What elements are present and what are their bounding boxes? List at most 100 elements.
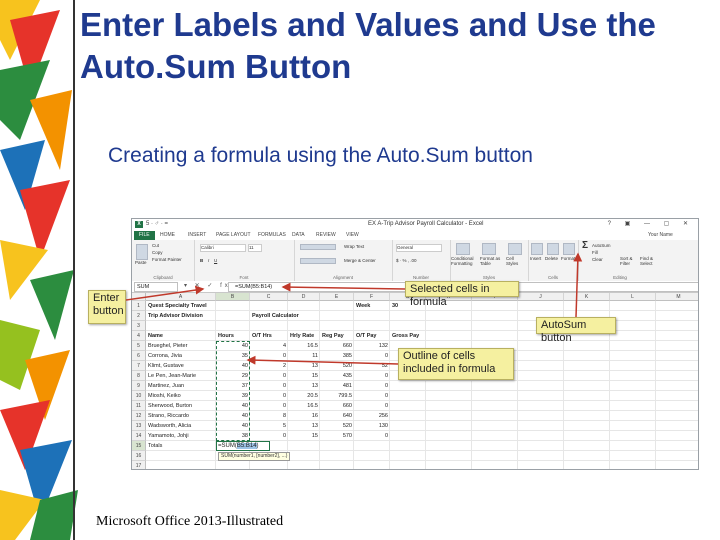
cell-week-label[interactable]: Week [354, 301, 390, 311]
delete-cells-icon[interactable] [547, 243, 559, 255]
employee-name-cell[interactable]: Martinez, Juan [146, 381, 216, 391]
find-select-button[interactable]: Find & Select [640, 256, 660, 266]
value-cell[interactable]: 660 [320, 401, 354, 411]
cell-sheet-title[interactable]: Payroll Calculator [250, 311, 299, 321]
value-cell[interactable]: 481 [320, 381, 354, 391]
value-cell[interactable]: 0 [354, 431, 390, 441]
number-format-box[interactable]: General [396, 244, 442, 252]
value-cell[interactable]: 130 [354, 421, 390, 431]
column-header[interactable]: E [320, 293, 354, 301]
tab-file[interactable]: FILE [134, 231, 155, 240]
column-header[interactable]: C [250, 293, 288, 301]
insert-cells-icon[interactable] [531, 243, 543, 255]
value-cell[interactable]: 640 [320, 411, 354, 421]
column-header[interactable]: D [288, 293, 320, 301]
number-format-buttons[interactable]: $ · % , .00 [396, 258, 417, 263]
tab-insert[interactable]: INSERT [188, 231, 206, 240]
format-painter-button[interactable]: Format Painter [152, 257, 182, 262]
value-cell[interactable]: 0 [250, 381, 288, 391]
quick-access-toolbar[interactable]: 5 · ♂ · = [146, 221, 168, 227]
tab-review[interactable]: REVIEW [316, 231, 336, 240]
row-header[interactable]: 6 [132, 351, 146, 361]
value-cell[interactable]: 0 [250, 431, 288, 441]
value-cell[interactable]: 15 [288, 431, 320, 441]
value-cell[interactable]: 8 [250, 411, 288, 421]
row-header[interactable]: 5 [132, 341, 146, 351]
employee-name-cell[interactable]: Yamamoto, Johji [146, 431, 216, 441]
value-cell[interactable]: 520 [320, 361, 354, 371]
delete-button[interactable]: Delete [545, 256, 558, 261]
select-all-corner[interactable] [132, 293, 146, 301]
value-cell[interactable]: 0 [354, 381, 390, 391]
value-cell[interactable]: 0 [250, 351, 288, 361]
cell-company[interactable]: Quest Specialty Travel [146, 301, 216, 311]
row-header[interactable]: 1 [132, 301, 146, 311]
tab-view[interactable]: VIEW [346, 231, 359, 240]
paste-icon[interactable] [136, 244, 148, 260]
value-cell[interactable]: 0 [354, 371, 390, 381]
employee-name-cell[interactable]: Sherwood, Burton [146, 401, 216, 411]
column-header[interactable]: B [216, 293, 250, 301]
value-cell[interactable]: 2 [250, 361, 288, 371]
cut-button[interactable]: Cut [152, 243, 159, 248]
sort-filter-button[interactable]: Sort & Filter [620, 256, 640, 266]
value-cell[interactable]: 16.5 [288, 401, 320, 411]
cell-division[interactable]: Trip Advisor Division [146, 311, 216, 321]
employee-name-cell[interactable]: Le Pen, Jean-Marie [146, 371, 216, 381]
value-cell[interactable]: 256 [354, 411, 390, 421]
value-cell[interactable]: 385 [320, 351, 354, 361]
underline-button[interactable]: U [214, 258, 217, 263]
row-header[interactable]: 10 [132, 391, 146, 401]
font-size-box[interactable]: 11 [248, 244, 262, 252]
row-header[interactable]: 11 [132, 401, 146, 411]
value-cell[interactable]: 0 [354, 401, 390, 411]
tab-data[interactable]: DATA [292, 231, 305, 240]
value-cell[interactable]: 52 [354, 361, 390, 371]
row-header[interactable]: 12 [132, 411, 146, 421]
row-header[interactable]: 9 [132, 381, 146, 391]
value-cell[interactable]: 435 [320, 371, 354, 381]
value-cell[interactable]: 0 [250, 391, 288, 401]
column-header[interactable]: K [564, 293, 610, 301]
employee-name-cell[interactable]: Brueghel, Pieter [146, 341, 216, 351]
column-header[interactable]: J [518, 293, 564, 301]
row-header[interactable]: 3 [132, 321, 146, 331]
formula-bar-buttons[interactable]: ▾ ✕ ✓ fx [184, 282, 231, 289]
employee-name-cell[interactable]: Wadsworth, Alicia [146, 421, 216, 431]
conditional-formatting-icon[interactable] [456, 243, 470, 255]
value-cell[interactable]: 11 [288, 351, 320, 361]
column-label-cell[interactable]: Gross Pay [390, 331, 426, 341]
value-cell[interactable]: 13 [288, 361, 320, 371]
conditional-formatting-button[interactable]: Conditional Formatting [451, 256, 479, 266]
autosum-sigma-icon[interactable]: Σ [582, 240, 588, 251]
row-header[interactable]: 13 [132, 421, 146, 431]
font-name-box[interactable]: Calibri [200, 244, 246, 252]
value-cell[interactable]: 20.5 [288, 391, 320, 401]
row-header[interactable]: 17 [132, 461, 146, 469]
cell-styles-icon[interactable] [508, 243, 522, 255]
value-cell[interactable]: 16.5 [288, 341, 320, 351]
paste-button[interactable]: Paste [135, 260, 147, 265]
employee-name-cell[interactable]: Corrona, Jivia [146, 351, 216, 361]
column-header[interactable]: M [656, 293, 698, 301]
value-cell[interactable]: 4 [250, 341, 288, 351]
employee-name-cell[interactable]: Mioshi, Keiko [146, 391, 216, 401]
value-cell[interactable]: 13 [288, 421, 320, 431]
value-cell[interactable]: 13 [288, 381, 320, 391]
italic-button[interactable]: I [208, 258, 209, 263]
format-button[interactable]: Format [561, 256, 575, 261]
tab-page-layout[interactable]: PAGE LAYOUT [216, 231, 251, 240]
value-cell[interactable]: 520 [320, 421, 354, 431]
merge-center-button[interactable]: Merge & Center [344, 258, 376, 263]
wrap-text-button[interactable]: Wrap Text [344, 244, 364, 249]
row-header[interactable]: 7 [132, 361, 146, 371]
clear-button[interactable]: Clear [592, 257, 603, 262]
column-label-cell[interactable]: Reg Pay [320, 331, 354, 341]
name-box[interactable]: SUM [134, 282, 178, 292]
insert-button[interactable]: Insert [530, 256, 541, 261]
copy-button[interactable]: Copy [152, 250, 163, 255]
align-left-icon[interactable] [300, 258, 336, 264]
align-top-icon[interactable] [300, 244, 336, 250]
value-cell[interactable]: 660 [320, 341, 354, 351]
value-cell[interactable]: 15 [288, 371, 320, 381]
